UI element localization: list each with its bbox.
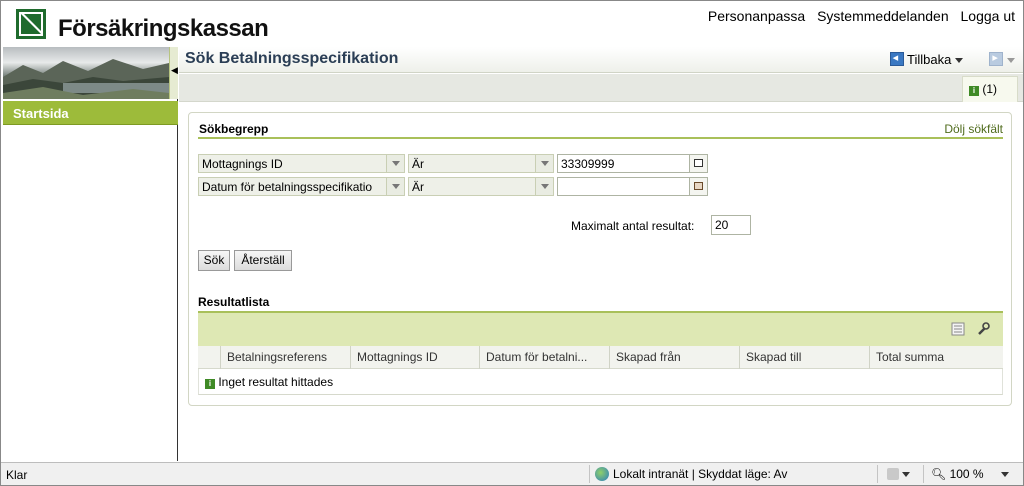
info-icon: i (205, 379, 215, 389)
chevron-down-icon (1007, 58, 1015, 63)
message-strip: i (1) (179, 74, 1023, 102)
chevron-left-icon: ◀ (171, 65, 178, 75)
hide-search-fields-link[interactable]: Dölj sökfält (944, 122, 1003, 136)
sidebar: ◀ Startsida (3, 47, 178, 461)
status-divider (923, 465, 924, 483)
criteria-field-select-1[interactable]: Mottagnings ID (198, 154, 405, 173)
chevron-down-icon (535, 178, 553, 195)
sidebar-collapse-handle[interactable]: ◀ (169, 47, 178, 99)
security-zone-text: Lokalt intranät | Skyddat läge: Av (613, 467, 788, 481)
globe-icon (595, 467, 609, 481)
back-label: Tillbaka (907, 52, 952, 67)
personalize-link[interactable]: Personanpassa (708, 8, 805, 24)
status-text: Klar (6, 468, 28, 482)
reset-button[interactable]: Återställ (234, 250, 292, 271)
chevron-down-icon (386, 178, 404, 195)
chevron-down-icon (902, 472, 911, 477)
criteria-field-value-2: Datum för betalningsspecifikatio (202, 180, 373, 194)
chevron-down-icon (1000, 472, 1009, 477)
column-header-skapad-till[interactable]: Skapad till (739, 346, 869, 369)
criteria-operator-select-1[interactable]: Är (408, 154, 554, 173)
criteria-value-input-2[interactable] (557, 177, 690, 196)
top-links: Personanpassa Systemmeddelanden Logga ut (700, 8, 1015, 24)
magnifier-icon: 🔍︎ (931, 467, 947, 481)
criteria-field-select-2[interactable]: Datum för betalningsspecifikatio (198, 177, 405, 196)
results-grid-header: Betalningsreferens Mottagnings ID Datum … (198, 346, 1003, 369)
protected-mode-button[interactable] (887, 467, 911, 481)
criteria-operator-value-2: Är (412, 180, 424, 194)
forward-arrow-icon: ▸ (989, 52, 1004, 66)
status-divider (589, 465, 590, 483)
zoom-control[interactable]: 🔍︎ 100 % (931, 467, 1009, 481)
column-header-mottagnings-id[interactable]: Mottagnings ID (350, 346, 479, 369)
brand-name: Försäkringskassan (58, 15, 269, 42)
info-count: (1) (982, 82, 998, 96)
criteria-operator-value-1: Är (412, 157, 424, 171)
search-criteria-header: Sökbegrepp Dölj sökfält (198, 122, 1003, 139)
shield-icon (887, 468, 899, 480)
export-icon[interactable] (951, 322, 965, 336)
results-grid-body: i Inget resultat hittades (198, 369, 1003, 395)
search-button[interactable]: Sök (198, 250, 230, 271)
browser-status-bar: Klar Lokalt intranät | Skyddat läge: Av … (1, 462, 1023, 485)
no-results-message: Inget resultat hittades (218, 375, 334, 389)
chevron-down-icon (535, 155, 553, 172)
search-panel: Sökbegrepp Dölj sökfält Mottagnings ID Ä… (188, 112, 1012, 406)
wrench-icon[interactable] (976, 322, 990, 336)
column-header-total-summa[interactable]: Total summa (869, 346, 1003, 369)
column-header-skapad-fran[interactable]: Skapad från (609, 346, 739, 369)
info-icon: i (969, 86, 979, 96)
page-title-bar: Sök Betalningsspecifikation ◂ Tillbaka ▸ (179, 47, 1023, 73)
max-results-input[interactable]: 20 (711, 215, 751, 235)
criteria-field-value-1: Mottagnings ID (202, 157, 283, 171)
page-title: Sök Betalningsspecifikation (185, 50, 399, 67)
max-results-label: Maximalt antal resultat: (571, 219, 695, 233)
chevron-down-icon (955, 58, 963, 63)
security-zone[interactable]: Lokalt intranät | Skyddat läge: Av (595, 467, 787, 481)
results-title: Resultatlista (198, 295, 270, 309)
chevron-down-icon (386, 155, 404, 172)
back-button[interactable]: ◂ Tillbaka (889, 52, 963, 67)
calendar-icon (694, 182, 703, 190)
system-messages-link[interactable]: Systemmeddelanden (817, 8, 949, 24)
zoom-level: 100 % (949, 467, 984, 481)
back-arrow-icon: ◂ (889, 52, 904, 66)
logo-icon (16, 9, 46, 39)
calendar-button[interactable] (690, 177, 708, 196)
logout-link[interactable]: Logga ut (961, 8, 1016, 24)
criteria-value-input-1[interactable]: 33309999 (557, 154, 690, 173)
info-messages-tab[interactable]: i (1) (962, 76, 1018, 102)
results-toolbar (198, 311, 1003, 346)
search-criteria-title: Sökbegrepp (199, 122, 269, 136)
app-header: Försäkringskassan Personanpassa Systemme… (1, 1, 1023, 46)
criteria-operator-select-2[interactable]: Är (408, 177, 554, 196)
lookup-icon (694, 159, 703, 167)
forward-button[interactable]: ▸ (989, 52, 1015, 67)
sidebar-item-startsida[interactable]: Startsida (3, 101, 178, 125)
lookup-button-1[interactable] (690, 154, 708, 173)
column-header-betalningsreferens[interactable]: Betalningsreferens (220, 346, 350, 369)
banner-image (3, 47, 169, 99)
column-header-datum[interactable]: Datum för betalni... (479, 346, 609, 369)
status-divider (877, 465, 878, 483)
